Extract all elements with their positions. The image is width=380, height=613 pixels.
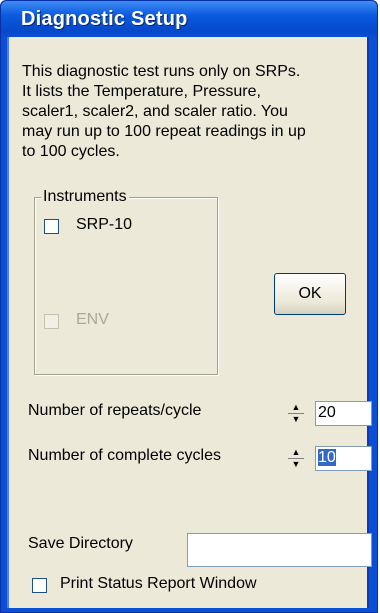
print-status-label: Print Status Report Window (60, 575, 257, 592)
env-label: ENV (76, 311, 109, 328)
srp10-checkbox[interactable] (44, 219, 59, 234)
cycles-spinner[interactable]: ▲ ▼ (286, 446, 306, 471)
cycles-value: 10 (318, 449, 336, 466)
save-directory-label: Save Directory (28, 535, 133, 552)
description-text: This diagnostic test runs only on SRPs. … (22, 63, 306, 160)
env-checkbox (44, 314, 59, 329)
repeats-spin-up-icon[interactable]: ▲ (286, 402, 306, 413)
ok-button[interactable]: OK (274, 273, 346, 315)
print-status-checkbox[interactable] (32, 578, 47, 593)
cycles-spin-down-icon[interactable]: ▼ (286, 459, 306, 470)
cycles-input[interactable]: 10 (315, 446, 372, 471)
repeats-label: Number of repeats/cycle (28, 402, 202, 419)
repeats-spin-down-icon[interactable]: ▼ (286, 414, 306, 425)
title-bar[interactable]: Diagnostic Setup (1, 1, 377, 37)
repeats-spinner[interactable]: ▲ ▼ (286, 401, 306, 426)
repeats-input[interactable]: 20 (315, 401, 372, 426)
cycles-label: Number of complete cycles (28, 447, 221, 464)
save-directory-input[interactable] (187, 533, 372, 567)
window-title: Diagnostic Setup (21, 8, 188, 30)
srp10-label: SRP-10 (76, 216, 133, 233)
instruments-group-label: Instruments (41, 188, 129, 206)
cycles-spin-up-icon[interactable]: ▲ (286, 447, 306, 458)
